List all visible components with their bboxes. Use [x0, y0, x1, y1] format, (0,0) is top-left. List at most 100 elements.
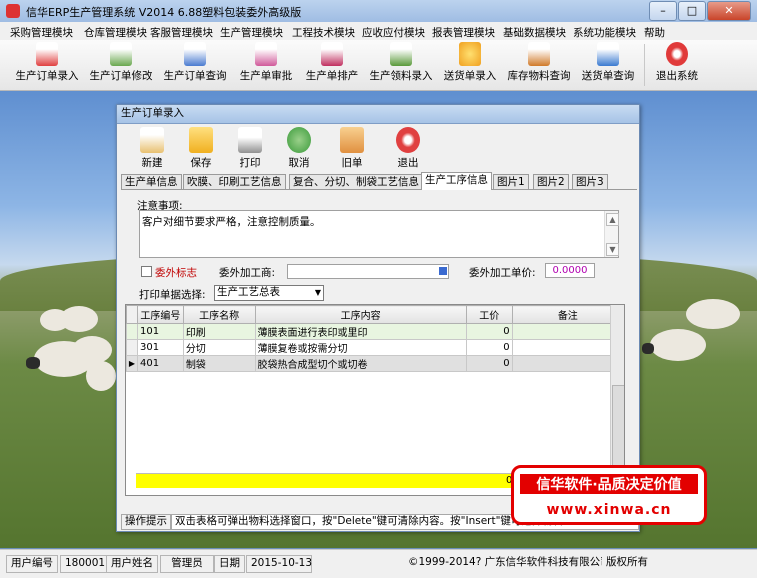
toolbar-material-issue-button[interactable]: 生产领料录入 — [368, 42, 434, 87]
cell-note[interactable] — [511, 339, 624, 356]
cell-name[interactable]: 分切 — [182, 339, 256, 356]
inventory-icon — [528, 42, 550, 66]
new-button[interactable]: 新建 — [129, 125, 175, 170]
col-header-content[interactable]: 工序内容 — [254, 305, 467, 324]
cell-code[interactable]: 101 — [136, 323, 184, 340]
notes-textarea[interactable]: 客户对细节要求严格，注意控制质量。 ▲ ▼ — [139, 210, 619, 258]
print-icon — [238, 127, 262, 153]
exit-icon — [396, 127, 420, 153]
toolbar-approve-button[interactable]: 生产单审批 — [236, 42, 296, 87]
cell-price[interactable]: 0 — [465, 339, 513, 356]
toolbar-separator — [644, 44, 645, 86]
new-icon — [140, 127, 164, 153]
col-header-code[interactable]: 工序编号 — [136, 305, 184, 324]
hint-label: 操作提示 — [121, 514, 171, 530]
save-button[interactable]: 保存 — [178, 125, 224, 170]
app-logo-icon — [6, 4, 20, 18]
cell-code[interactable]: 401 — [136, 355, 184, 372]
menu-system[interactable]: 系统功能模块 — [573, 25, 636, 40]
scroll-down-icon[interactable]: ▼ — [606, 243, 619, 256]
menu-customer-service[interactable]: 客服管理模块 — [150, 25, 213, 40]
print-select-dropdown[interactable]: 生产工艺总表 ▼ — [214, 285, 324, 301]
toolbar-order-entry-button[interactable]: 生产订单录入 — [14, 42, 80, 87]
tab-picture-3[interactable]: 图片3 — [572, 174, 608, 189]
cell-name[interactable]: 印刷 — [182, 323, 256, 340]
promo-url: www.xinwa.cn — [546, 502, 672, 518]
cell-price[interactable]: 0 — [465, 355, 513, 372]
outsource-price-field[interactable]: 0.0000 — [545, 263, 595, 278]
col-header-name[interactable]: 工序名称 — [182, 305, 256, 324]
exit-button[interactable]: 退出 — [385, 125, 431, 170]
menu-base-data[interactable]: 基础数据模块 — [503, 25, 566, 40]
toolbar-inventory-query-button[interactable]: 库存物料查询 — [506, 42, 572, 87]
window-title: 信华ERP生产管理系统 V2014 6.88塑料包装委外高级版 — [26, 6, 302, 19]
cell-note[interactable] — [511, 323, 624, 340]
outsource-checkbox[interactable] — [141, 266, 152, 277]
menu-reports[interactable]: 报表管理模块 — [432, 25, 495, 40]
tab-picture-1[interactable]: 图片1 — [493, 174, 529, 189]
minimize-button[interactable]: – — [649, 1, 677, 21]
close-button[interactable]: ✕ — [707, 1, 751, 21]
toolbar-delivery-query-button[interactable]: 送货单查询 — [578, 42, 638, 87]
promo-slogan: 信华软件·品质决定价值 — [520, 474, 698, 494]
dialog-title: 生产订单录入 — [117, 105, 639, 124]
toolbar-order-edit-button[interactable]: 生产订单修改 — [88, 42, 154, 87]
menu-warehouse[interactable]: 仓库管理模块 — [84, 25, 147, 40]
toolbar-schedule-button[interactable]: 生产单排产 — [302, 42, 362, 87]
chevron-down-icon: ▼ — [314, 288, 321, 297]
toolbar-order-query-button[interactable]: 生产订单查询 — [162, 42, 228, 87]
window-title-bar: 信华ERP生产管理系统 V2014 6.88塑料包装委外高级版 – □ ✕ — [0, 0, 757, 23]
scroll-up-icon[interactable]: ▲ — [606, 213, 619, 226]
outsource-vendor-field[interactable] — [287, 264, 449, 279]
cell-note[interactable] — [511, 355, 624, 372]
delivery-icon — [459, 42, 481, 66]
tab-blowing-printing[interactable]: 吹膜、印刷工艺信息 — [183, 174, 286, 189]
main-toolbar: 生产订单录入 生产订单修改 生产订单查询 生产单审批 生产单排产 生产领料录入 … — [0, 40, 757, 91]
cell-price[interactable]: 0 — [465, 323, 513, 340]
cell-content[interactable]: 胶袋热合成型切个或切卷 — [254, 355, 467, 372]
old-order-button[interactable]: 旧单 — [329, 125, 375, 170]
tab-bar: 生产单信息 吹膜、印刷工艺信息 复合、分切、制袋工艺信息 生产工序信息 图片1 … — [121, 172, 637, 190]
table-row[interactable]: 101 印刷 薄膜表面进行表印或里印 0 — [126, 323, 624, 340]
old-order-icon — [340, 127, 364, 153]
status-user-name-label: 用户姓名 — [106, 555, 158, 573]
menu-help[interactable]: 帮助 — [644, 25, 665, 40]
tab-laminating-cutting[interactable]: 复合、分切、制袋工艺信息 — [289, 174, 423, 189]
outsource-flag-label: 委外标志 — [155, 267, 197, 279]
cancel-button[interactable]: 取消 — [276, 125, 322, 170]
tab-order-info[interactable]: 生产单信息 — [121, 174, 182, 189]
print-select-label: 打印单据选择: — [139, 289, 206, 301]
edit-icon — [110, 42, 132, 66]
tab-picture-2[interactable]: 图片2 — [533, 174, 569, 189]
sheep-image — [60, 306, 98, 332]
delivery-search-icon — [597, 42, 619, 66]
search-icon — [184, 42, 206, 66]
maximize-button[interactable]: □ — [678, 1, 706, 21]
tab-process-info[interactable]: 生产工序信息 — [421, 172, 492, 190]
status-user-name: 管理员 — [160, 555, 214, 573]
outsource-row: 委外标志 委外加工商: 委外加工单价: 0.0000 — [141, 263, 621, 280]
status-date: 2015-10-13 — [246, 555, 312, 573]
col-header-price[interactable]: 工价 — [465, 305, 513, 324]
row-pointer-icon: ▶ — [126, 355, 138, 372]
menu-purchase[interactable]: 采购管理模块 — [10, 25, 73, 40]
notes-scrollbar[interactable]: ▲ ▼ — [604, 211, 619, 257]
menu-receivables[interactable]: 应收应付模块 — [362, 25, 425, 40]
cell-content[interactable]: 薄膜表面进行表印或里印 — [254, 323, 467, 340]
vendor-lookup-icon[interactable] — [439, 267, 447, 275]
grid-header-row: 工序编号 工序名称 工序内容 工价 备注 — [126, 305, 624, 324]
process-info-panel: 注意事项: 客户对细节要求严格，注意控制质量。 ▲ ▼ 委外标志 委外加工商: … — [121, 190, 635, 501]
table-row-selected[interactable]: ▶ 401 制袋 胶袋热合成型切个或切卷 0 — [126, 355, 624, 372]
toolbar-delivery-entry-button[interactable]: 送货单录入 — [440, 42, 500, 87]
cell-name[interactable]: 制袋 — [182, 355, 256, 372]
menu-engineering[interactable]: 工程技术模块 — [292, 25, 355, 40]
cell-content[interactable]: 薄膜复卷或按需分切 — [254, 339, 467, 356]
col-header-note[interactable]: 备注 — [511, 305, 624, 324]
sheep-image — [86, 361, 116, 391]
menu-production[interactable]: 生产管理模块 — [220, 25, 283, 40]
print-button[interactable]: 打印 — [227, 125, 273, 170]
cell-code[interactable]: 301 — [136, 339, 184, 356]
table-row[interactable]: 301 分切 薄膜复卷或按需分切 0 — [126, 339, 624, 356]
sheep-image — [686, 299, 740, 329]
toolbar-exit-button[interactable]: 退出系统 — [650, 42, 704, 87]
